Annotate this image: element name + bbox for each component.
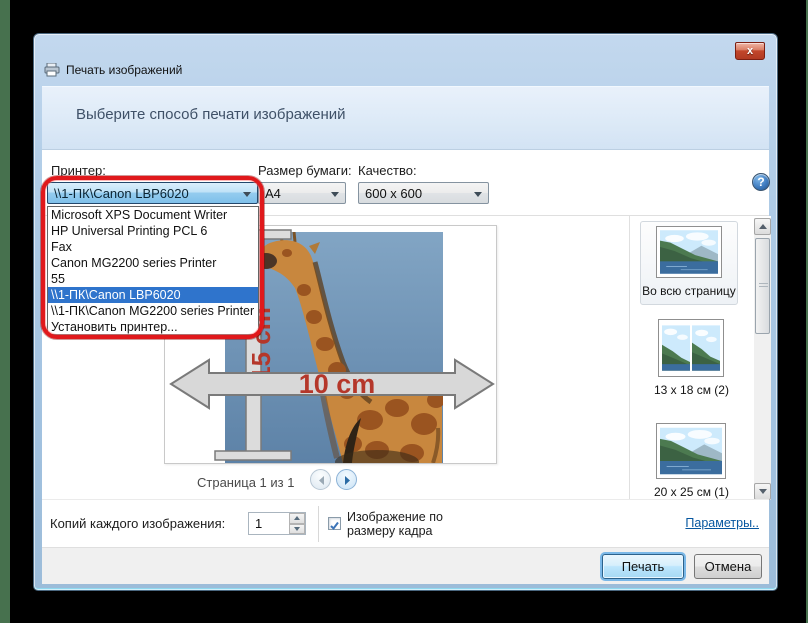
spinner-up-button[interactable] [289,513,305,524]
layout-option-13x18[interactable]: 13 x 18 см (2) [654,319,729,397]
paper-size-combobox[interactable]: A4 [258,182,346,204]
close-button[interactable]: x [735,42,765,60]
page-title: Выберите способ печати изображений [76,106,346,123]
spinner-up-icon [294,516,300,520]
copies-value: 1 [255,516,262,531]
prev-page-icon [311,470,332,491]
chevron-down-icon [474,192,482,197]
fit-to-frame-checkbox[interactable] [328,517,341,530]
landscape-thumbnail-image [660,230,718,274]
landscape-thumbnail-image [660,427,722,475]
printer-dropdown-list[interactable]: Microsoft XPS Document Writer HP Univers… [47,206,259,335]
printer-option[interactable]: HP Universal Printing PCL 6 [48,223,258,239]
header-band: Выберите способ печати изображений [42,86,769,149]
scrollbar-grip-icon [759,283,768,289]
printer-option[interactable]: 55 [48,271,258,287]
paper-size-value: A4 [265,186,281,201]
titlebar[interactable]: Печать изображений x [34,34,777,86]
paper-size-label: Размер бумаги: [258,163,352,178]
layout-option-label: Во всю страницу [642,284,736,298]
controls-divider [318,506,319,542]
quality-label: Качество: [358,163,417,178]
desktop-edge-left [0,0,10,623]
layout-option-label: 13 x 18 см (2) [654,383,729,397]
copies-label: Копий каждого изображения: [50,516,225,531]
chevron-down-icon [331,192,339,197]
client-area: Принтер: Размер бумаги: Качество: \\1-ПК… [42,149,769,581]
screenshot-stage: Печать изображений x Выберите способ печ… [0,0,808,623]
footer-bar: Печать Отмена [42,547,769,584]
help-icon: ? [757,175,764,189]
layout-sidebar: Во всю страницу [630,216,771,500]
print-pictures-dialog: Печать изображений x Выберите способ печ… [33,33,778,591]
checkmark-icon [329,520,340,531]
printer-label: Принтер: [51,163,106,178]
spinner-down-button[interactable] [289,524,305,535]
portrait-thumbnail-image [662,323,690,373]
window-title: Печать изображений [66,63,182,77]
close-icon: x [747,45,753,57]
sidebar-scrollbar[interactable] [754,218,771,500]
printer-icon [44,63,60,77]
bottom-controls: Копий каждого изображения: 1 Изображение… [42,499,769,547]
layout-thumbnail [658,319,724,377]
printer-option[interactable]: Установить принтер... [48,319,258,335]
copies-spinner[interactable]: 1 [248,512,306,535]
printer-combobox[interactable]: \\1-ПК\Canon LBP6020 [47,182,258,204]
layout-option-20x25[interactable]: 20 x 25 см (1) [654,423,729,499]
chevron-down-icon [243,192,251,197]
help-button[interactable]: ? [752,173,770,191]
quality-value: 600 x 600 [365,186,422,201]
options-link[interactable]: Параметры.. [685,516,759,530]
layout-option-full-page[interactable]: Во всю страницу [640,221,738,305]
portrait-thumbnail-image [692,323,720,373]
printer-option[interactable]: Microsoft XPS Document Writer [48,207,258,223]
next-page-button[interactable] [336,469,357,490]
previous-page-button[interactable] [310,469,331,490]
scrollbar-down-button[interactable] [754,483,771,500]
cancel-button[interactable]: Отмена [694,554,762,579]
spinner-down-icon [294,527,300,531]
next-page-icon [337,470,358,491]
printer-option[interactable]: \\1-ПК\Canon MG2200 series Printer [48,303,258,319]
printer-option[interactable]: Fax [48,239,258,255]
quality-combobox[interactable]: 600 x 600 [358,182,489,204]
layout-thumbnail [656,226,722,278]
layout-option-label: 20 x 25 см (1) [654,485,729,499]
scrollbar-up-icon [759,224,767,229]
layout-thumbnail [656,423,726,479]
fit-to-frame-label[interactable]: Изображение по размеру кадра [347,510,443,538]
print-button[interactable]: Печать [602,554,684,579]
page-status: Страница 1 из 1 [197,475,294,490]
printer-option[interactable]: Canon MG2200 series Printer [48,255,258,271]
window-caption: Печать изображений [44,63,182,77]
printer-option-selected[interactable]: \\1-ПК\Canon LBP6020 [48,287,258,303]
scrollbar-up-button[interactable] [754,218,771,235]
printer-combobox-value: \\1-ПК\Canon LBP6020 [54,186,189,201]
scrollbar-thumb[interactable] [755,238,770,334]
page-navigation: Страница 1 из 1 [42,467,629,497]
scrollbar-down-icon [759,489,767,494]
